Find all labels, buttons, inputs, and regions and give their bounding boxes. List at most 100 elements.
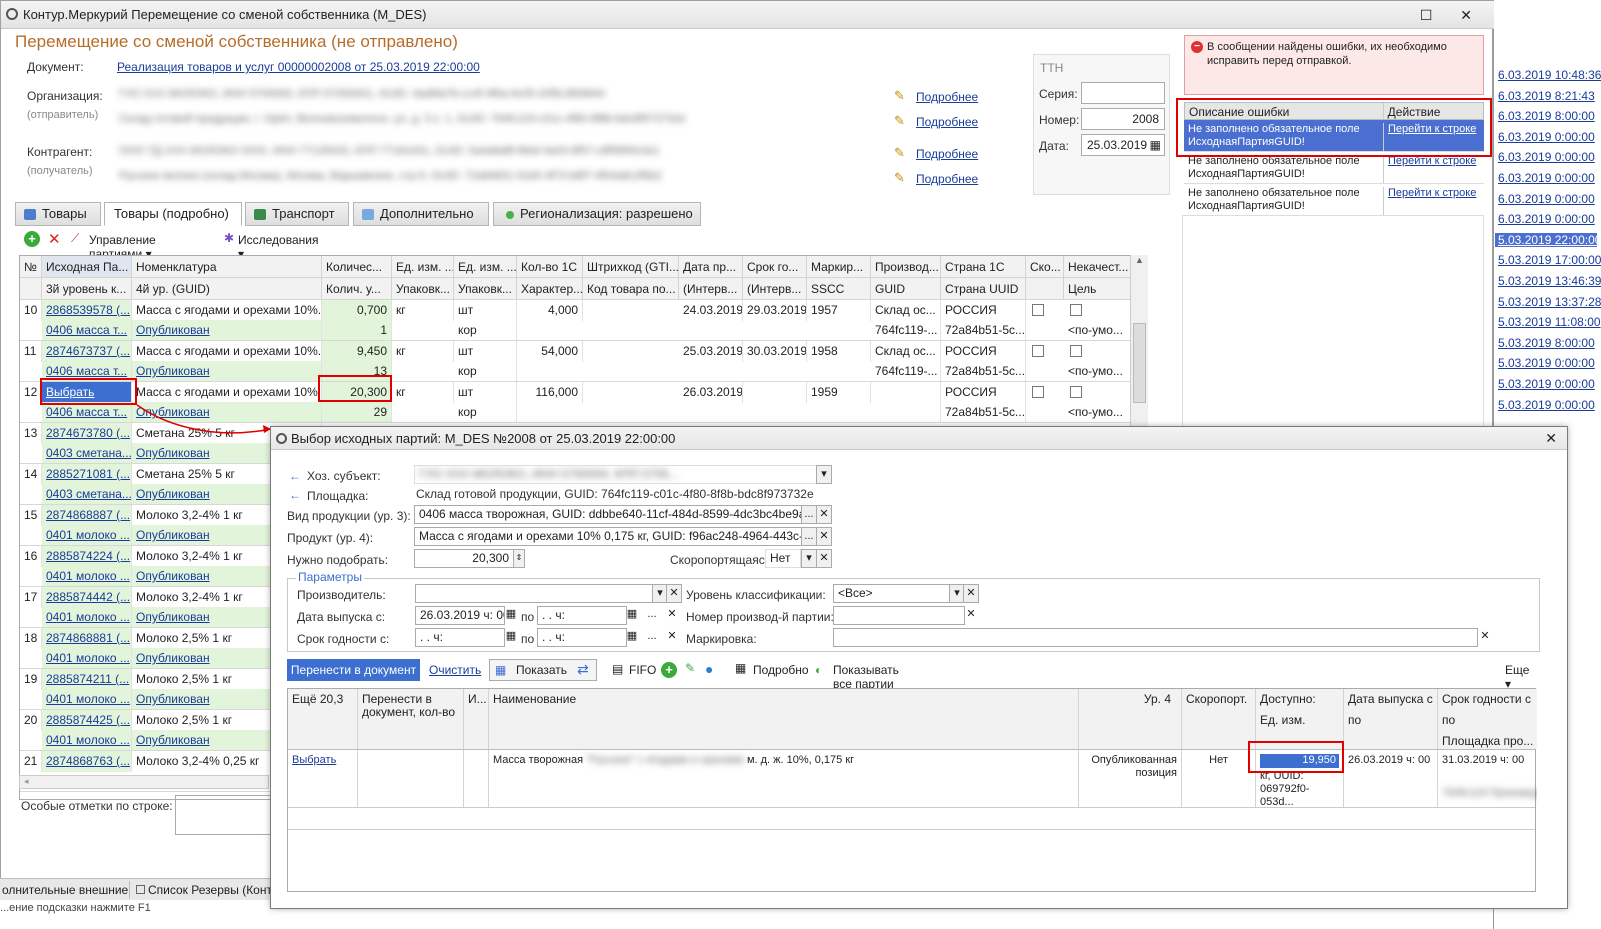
batch-link[interactable]: Опубликован xyxy=(136,364,210,378)
goto-row-link[interactable]: Перейти к строке xyxy=(1388,187,1476,199)
calendar-icon[interactable]: ▦ xyxy=(1150,135,1161,155)
column-header[interactable]: Штрихкод (GTI... xyxy=(583,256,679,278)
edit-pencil-icon[interactable]: ✎ xyxy=(894,145,905,161)
clear-icon[interactable]: ✕ xyxy=(816,527,832,546)
column-header[interactable]: Срок го... xyxy=(743,256,807,278)
more-link-3[interactable]: Подробнее xyxy=(916,147,978,161)
calendar-icon[interactable]: ▦ xyxy=(624,628,640,647)
batch-link[interactable]: 2874673737 (... xyxy=(46,344,130,358)
level3-cell[interactable]: 0406 масса т... xyxy=(42,320,132,341)
hoz-input[interactable]: ГУО ХХХ МОЛОКО, ИНН 5700000, КПП 5705... xyxy=(414,465,818,484)
column-subheader[interactable]: 4й ур. (GUID) xyxy=(132,278,322,300)
source-batch-cell[interactable]: 2868539578 (... xyxy=(42,300,132,321)
batch-link[interactable]: 0401 молоко ... xyxy=(46,528,130,542)
more-menu[interactable]: Еще ▾ xyxy=(1505,663,1529,691)
clear-icon[interactable]: ✕ xyxy=(664,606,680,625)
tab-goods-detailed[interactable]: Товары (подробно) xyxy=(104,202,242,226)
source-batch-cell[interactable]: 2885874211 (... xyxy=(42,669,132,690)
column-subheader[interactable]: Код товара по... xyxy=(583,278,679,300)
column-subheader[interactable]: (Интерв... xyxy=(679,278,743,300)
level3-cell[interactable]: 0401 молоко ... xyxy=(42,525,132,546)
column-subheader[interactable]: Упаковк... xyxy=(454,278,517,300)
back-arrow-icon[interactable]: ← xyxy=(289,469,301,483)
batch-link[interactable]: 2885271081 (... xyxy=(46,467,130,481)
column-header[interactable]: Дата пр... xyxy=(679,256,743,278)
clear-icon[interactable]: ✕ xyxy=(963,606,979,625)
level3-cell[interactable]: 0406 масса т... xyxy=(42,402,132,423)
column-subheader[interactable]: Страна UUID xyxy=(941,278,1026,300)
checkbox[interactable] xyxy=(1032,386,1044,398)
batch-link[interactable]: 0401 молоко ... xyxy=(46,692,130,706)
column-subheader[interactable]: Цель xyxy=(1064,278,1132,300)
back-arrow-icon[interactable]: ← xyxy=(289,488,301,502)
tab-additional[interactable]: Дополнительно xyxy=(353,202,489,226)
toggle-icon[interactable]: ◐ xyxy=(815,663,822,677)
maximize-icon[interactable]: ☐ xyxy=(1420,7,1445,23)
date-link[interactable]: 6.03.2019 0:00:00 xyxy=(1498,171,1595,185)
clear-icon[interactable]: ✕ xyxy=(1477,628,1493,647)
document-link[interactable]: Реализация товаров и услуг 00000002008 о… xyxy=(117,60,480,74)
select-button[interactable]: ... xyxy=(801,527,817,546)
select-button[interactable]: ... xyxy=(644,606,660,625)
level3-cell[interactable]: 0401 молоко ... xyxy=(42,648,132,669)
class-select[interactable]: <Все> xyxy=(833,584,951,603)
calendar-icon[interactable]: ▦ xyxy=(503,606,519,625)
column-header[interactable]: Страна 1С xyxy=(941,256,1026,278)
date-link[interactable]: 5.03.2019 0:00:00 xyxy=(1498,377,1595,391)
batch-link[interactable]: 0403 сметана... xyxy=(46,487,131,501)
tab-goods[interactable]: Товары xyxy=(15,202,101,226)
batch-link[interactable]: 0406 масса т... xyxy=(46,323,127,337)
add-icon[interactable]: + xyxy=(24,231,40,247)
release-from-input[interactable]: 26.03.2019 ч: 00 xyxy=(415,606,505,625)
batch-number-input[interactable] xyxy=(833,606,965,625)
expiry-from-input[interactable]: . . ч: xyxy=(415,628,505,647)
release-to-input[interactable]: . . ч: xyxy=(537,606,627,625)
note-input[interactable] xyxy=(175,795,275,835)
scroll-up-icon[interactable]: ▲ xyxy=(1131,255,1148,265)
more-link-2[interactable]: Подробнее xyxy=(916,115,978,129)
batch-link[interactable]: 2874673780 (... xyxy=(46,426,130,440)
source-batch-cell[interactable]: 2885874224 (... xyxy=(42,546,132,567)
close-icon[interactable]: ✕ xyxy=(1545,427,1557,450)
need-input[interactable]: 20,300 xyxy=(414,549,514,568)
checkbox[interactable] xyxy=(1070,345,1082,357)
perish-select[interactable]: Нет xyxy=(765,549,801,568)
date-link[interactable]: 5.03.2019 11:08:00 xyxy=(1498,315,1601,329)
tab-transport[interactable]: Транспорт xyxy=(245,202,349,226)
kind-input[interactable]: 0406 масса творожная, GUID: ddbbe640-11c… xyxy=(414,505,802,524)
batch-link[interactable]: Опубликован xyxy=(136,528,210,542)
date-link[interactable]: 6.03.2019 10:48:36 xyxy=(1498,68,1601,82)
swap-icon[interactable]: ⇄ xyxy=(577,661,589,678)
batch-link[interactable]: Опубликован xyxy=(136,569,210,583)
column-header[interactable]: Ско... xyxy=(1026,256,1064,278)
column-header[interactable]: Ед. изм. ... xyxy=(392,256,454,278)
more-link-4[interactable]: Подробнее xyxy=(916,172,978,186)
date-link[interactable]: 5.03.2019 22:00:00 xyxy=(1495,232,1601,247)
checkbox[interactable] xyxy=(1070,304,1082,316)
date-input[interactable]: 25.03.2019 ▦ xyxy=(1081,134,1165,156)
edit-pencil-icon[interactable]: ✎ xyxy=(894,113,905,129)
dropdown-icon[interactable]: ▾ xyxy=(816,465,832,484)
column-subheader[interactable]: 3й уровень к... xyxy=(42,278,132,300)
source-batch-cell[interactable]: 2885271081 (... xyxy=(42,464,132,485)
source-batch-cell[interactable]: 2874868763 (... xyxy=(42,751,132,772)
date-link[interactable]: 6.03.2019 0:00:00 xyxy=(1498,192,1595,206)
batch-link[interactable]: 0406 масса т... xyxy=(46,405,127,419)
pencil-icon[interactable]: ✎ xyxy=(685,661,695,675)
column-header[interactable]: Номенклатура xyxy=(132,256,322,278)
circles-icon[interactable]: ● xyxy=(705,661,713,677)
calendar-icon[interactable]: ▦ xyxy=(624,606,640,625)
source-batch-cell[interactable]: 2885874442 (... xyxy=(42,587,132,608)
batch-link[interactable]: 2885874224 (... xyxy=(46,549,130,563)
level3-cell[interactable]: 0403 сметана... xyxy=(42,443,132,464)
source-batch-cell[interactable]: 2874868887 (... xyxy=(42,505,132,526)
number-input[interactable]: 2008 xyxy=(1081,108,1165,130)
date-link[interactable]: 6.03.2019 8:21:43 xyxy=(1498,89,1595,103)
more-link-1[interactable]: Подробнее xyxy=(916,90,978,104)
edit-pencil-icon[interactable]: ✎ xyxy=(894,88,905,104)
level3-cell[interactable]: 0401 молоко ... xyxy=(42,689,132,710)
column-subheader[interactable]: (Интерв... xyxy=(743,278,807,300)
batch-link[interactable]: 2885874425 (... xyxy=(46,713,130,727)
column-header[interactable]: Некачест... xyxy=(1064,256,1132,278)
maker-input[interactable] xyxy=(415,584,655,603)
